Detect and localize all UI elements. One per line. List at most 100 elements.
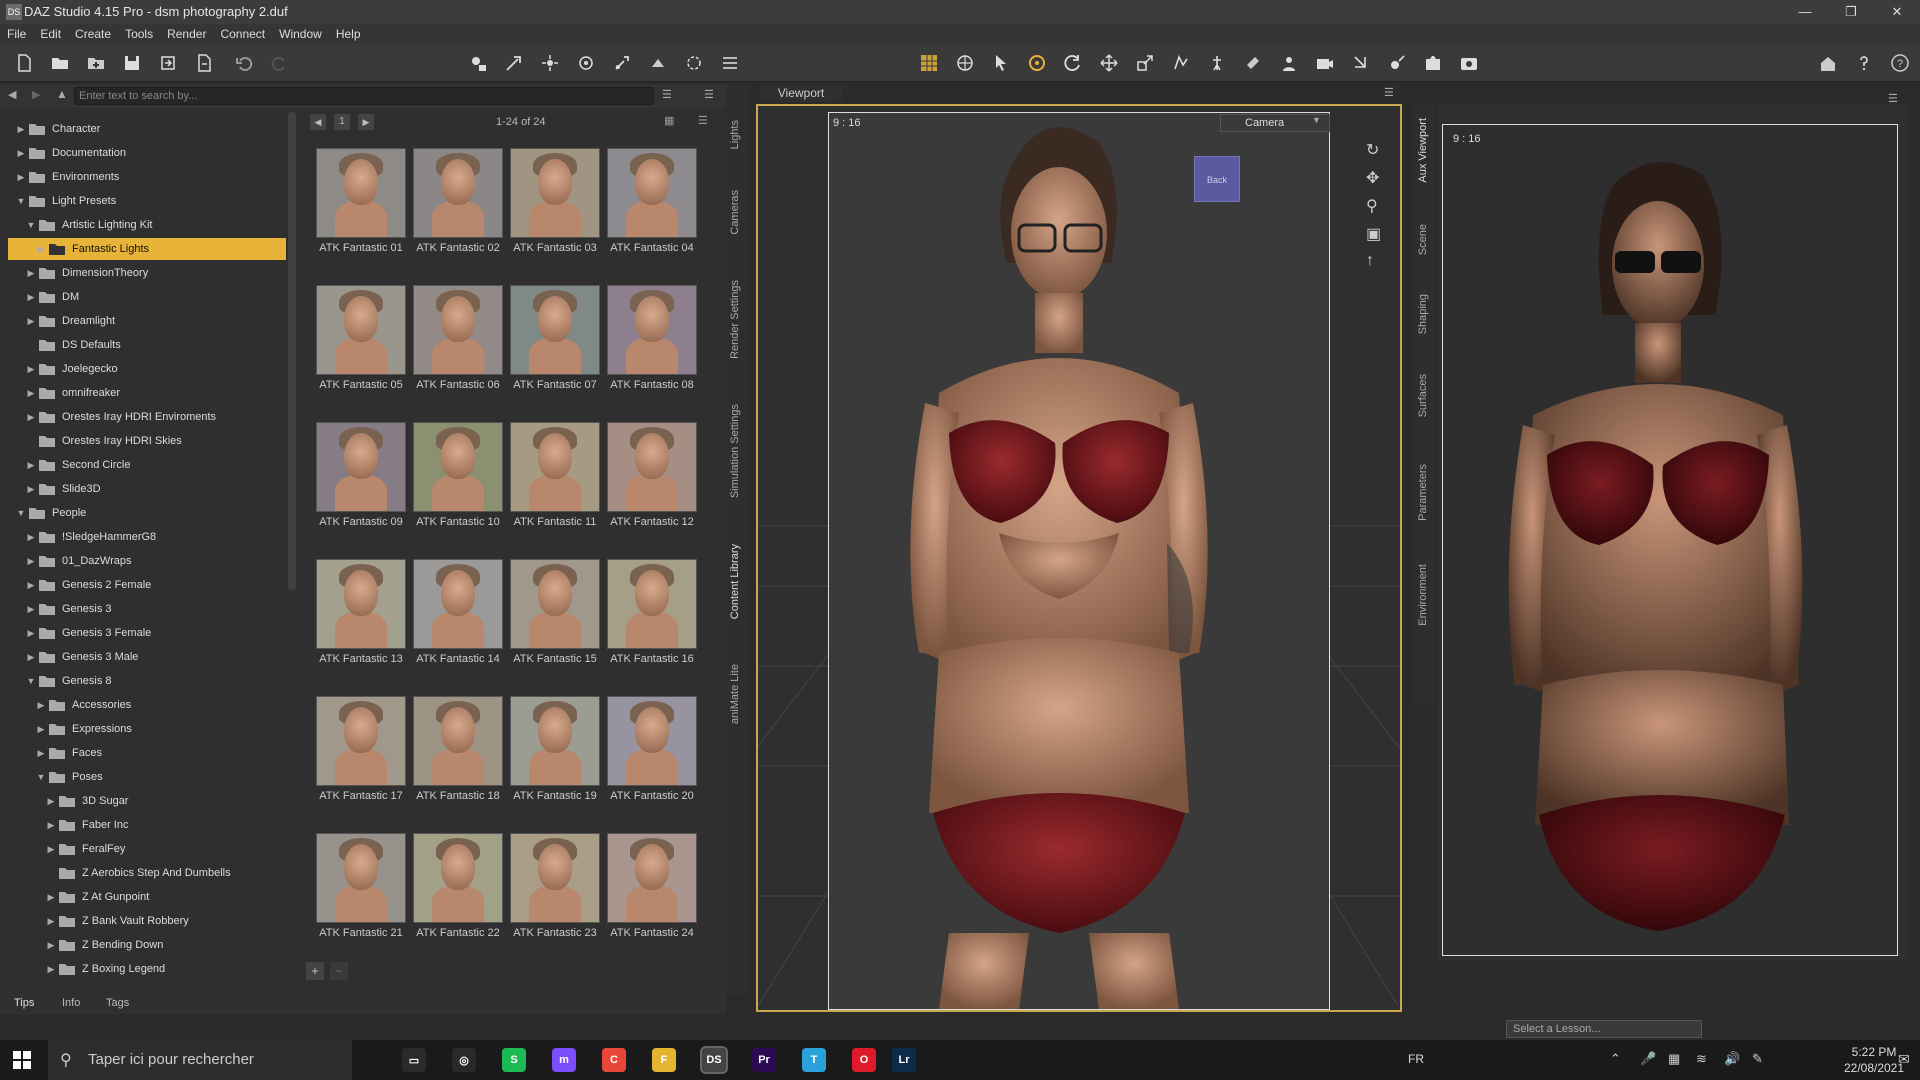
- tab-scene[interactable]: Scene: [1417, 224, 1429, 255]
- expand-down-icon[interactable]: ▼: [16, 502, 26, 524]
- asset-thumbnail[interactable]: [316, 696, 406, 786]
- telegram-icon[interactable]: T: [802, 1048, 826, 1072]
- tree-item[interactable]: ▼ Genesis 8: [8, 670, 286, 692]
- tree-scrollbar[interactable]: [288, 112, 296, 590]
- chrome-icon[interactable]: C: [602, 1048, 626, 1072]
- tree-item[interactable]: Orestes Iray HDRI Skies: [8, 430, 286, 452]
- tree-item[interactable]: ▶ Environments: [8, 166, 286, 188]
- taskbar-search-input[interactable]: Taper ici pour rechercher: [48, 1040, 352, 1080]
- tree-item[interactable]: ▶ Genesis 2 Female: [8, 574, 286, 596]
- tab-parameters[interactable]: Parameters: [1417, 464, 1429, 521]
- menu-help[interactable]: Help: [329, 24, 368, 44]
- asset-thumbnail[interactable]: [510, 696, 600, 786]
- expand-right-icon[interactable]: ▶: [46, 910, 56, 932]
- tree-item[interactable]: ▶ !SledgeHammerG8: [8, 526, 286, 548]
- toolbar-more-icon[interactable]: [718, 51, 742, 75]
- orbit-icon[interactable]: ↻: [1366, 140, 1379, 160]
- tab-tags[interactable]: Tags: [106, 997, 129, 1009]
- tree-item[interactable]: ▶ omnifreaker: [8, 382, 286, 404]
- expand-right-icon[interactable]: ▶: [26, 262, 36, 284]
- expand-right-icon[interactable]: ▶: [26, 550, 36, 572]
- asset-thumbnail[interactable]: [510, 422, 600, 512]
- expand-down-icon[interactable]: ▼: [26, 214, 36, 236]
- remove-icon[interactable]: −: [330, 962, 348, 980]
- tab-cameras[interactable]: Cameras: [729, 190, 741, 235]
- scene-tool-icon[interactable]: [466, 51, 490, 75]
- lesson-select[interactable]: Select a Lesson...: [1506, 1020, 1702, 1038]
- export-icon[interactable]: [192, 51, 216, 75]
- tab-content-library[interactable]: Content Library: [729, 544, 741, 619]
- tab-shaping[interactable]: Shaping: [1417, 294, 1429, 334]
- figure-tool-icon[interactable]: [1205, 51, 1229, 75]
- tree-item[interactable]: ▶ Accessories: [8, 694, 286, 716]
- battery-icon[interactable]: ▦: [1668, 1051, 1680, 1067]
- tree-item[interactable]: ▶ 01_DazWraps: [8, 550, 286, 572]
- asset-thumbnail[interactable]: [510, 559, 600, 649]
- tab-info[interactable]: Info: [62, 997, 80, 1009]
- expand-right-icon[interactable]: ▶: [26, 382, 36, 404]
- tab-tips[interactable]: Tips: [14, 997, 34, 1009]
- expand-right-icon[interactable]: ▶: [26, 454, 36, 476]
- viewport-tab[interactable]: Viewport: [760, 84, 842, 102]
- expand-right-icon[interactable]: ▶: [46, 886, 56, 908]
- pointer-tool-icon[interactable]: [989, 51, 1013, 75]
- tab-animate-lite[interactable]: aniMate Lite: [729, 664, 741, 724]
- add-icon[interactable]: +: [306, 962, 324, 980]
- tab-simulation-settings[interactable]: Simulation Settings: [729, 404, 741, 498]
- view-cube[interactable]: Back: [1194, 156, 1240, 202]
- render-icon[interactable]: [1457, 51, 1481, 75]
- asset-thumbnail[interactable]: [413, 422, 503, 512]
- reset-view-icon[interactable]: ↑: [1366, 252, 1374, 270]
- tab-aux-viewport[interactable]: Aux Viewport: [1417, 118, 1429, 183]
- close-button[interactable]: ✕: [1874, 0, 1920, 24]
- tree-item[interactable]: ▶ Dreamlight: [8, 310, 286, 332]
- menu-tools[interactable]: Tools: [118, 24, 160, 44]
- expand-right-icon[interactable]: ▶: [36, 742, 46, 764]
- tree-item[interactable]: ▼ People: [8, 502, 286, 524]
- asset-thumbnail[interactable]: [316, 422, 406, 512]
- tree-item[interactable]: ▶ Genesis 3 Male: [8, 646, 286, 668]
- asset-thumbnail[interactable]: [413, 285, 503, 375]
- prev-page-icon[interactable]: ◀: [310, 114, 326, 130]
- whats-this-icon[interactable]: [1852, 51, 1876, 75]
- expand-right-icon[interactable]: ▶: [16, 118, 26, 140]
- viewport[interactable]: 9 : 16 Camera ▼ Back ↻ ✥ ⚲ ▣ ↑: [756, 104, 1402, 1012]
- node-selector-icon[interactable]: [574, 51, 598, 75]
- language-indicator[interactable]: FR: [1408, 1052, 1424, 1066]
- task-view-icon[interactable]: ▭: [402, 1048, 426, 1072]
- joint-editor-icon[interactable]: [610, 51, 634, 75]
- undo-icon[interactable]: [232, 51, 256, 75]
- asset-thumbnail[interactable]: [316, 833, 406, 923]
- spot-light-icon[interactable]: [538, 51, 562, 75]
- daz-home-icon[interactable]: [1816, 51, 1840, 75]
- light-tool-icon[interactable]: [1349, 51, 1373, 75]
- viewport-menu-icon[interactable]: ☰: [1384, 86, 1394, 99]
- premiere-icon[interactable]: Pr: [752, 1048, 776, 1072]
- obs-icon[interactable]: ◎: [452, 1048, 476, 1072]
- list-view-icon[interactable]: ☰: [698, 114, 708, 127]
- asset-thumbnail[interactable]: [510, 285, 600, 375]
- pane-menu-icon[interactable]: ☰: [704, 88, 714, 101]
- expand-right-icon[interactable]: ▶: [26, 406, 36, 428]
- notification-tray-icon[interactable]: ⌃: [1610, 1051, 1621, 1067]
- asset-thumbnail[interactable]: [607, 148, 697, 238]
- expand-down-icon[interactable]: ▼: [26, 670, 36, 692]
- tree-item[interactable]: ▶ Z Bending Down: [8, 934, 286, 956]
- aux-viewport[interactable]: ☰ 9 : 16: [1438, 93, 1908, 960]
- tree-item[interactable]: ▼ Artistic Lighting Kit: [8, 214, 286, 236]
- tree-item[interactable]: Z Aerobics Step And Dumbells: [8, 862, 286, 884]
- tree-item[interactable]: ▶ Second Circle: [8, 454, 286, 476]
- expand-down-icon[interactable]: ▼: [16, 190, 26, 212]
- expand-right-icon[interactable]: ▶: [46, 790, 56, 812]
- tab-environment[interactable]: Environment: [1417, 564, 1429, 626]
- open-folder-icon[interactable]: [48, 51, 72, 75]
- file-explorer-icon[interactable]: F: [652, 1048, 676, 1072]
- expand-right-icon[interactable]: ▶: [16, 142, 26, 164]
- asset-thumbnail[interactable]: [413, 148, 503, 238]
- zoom-icon[interactable]: ⚲: [1366, 196, 1378, 216]
- expand-right-icon[interactable]: ▶: [26, 358, 36, 380]
- tree-item[interactable]: ▶ 3D Sugar: [8, 790, 286, 812]
- tree-item[interactable]: ▶ Documentation: [8, 142, 286, 164]
- menu-create[interactable]: Create: [68, 24, 118, 44]
- expand-right-icon[interactable]: ▶: [26, 646, 36, 668]
